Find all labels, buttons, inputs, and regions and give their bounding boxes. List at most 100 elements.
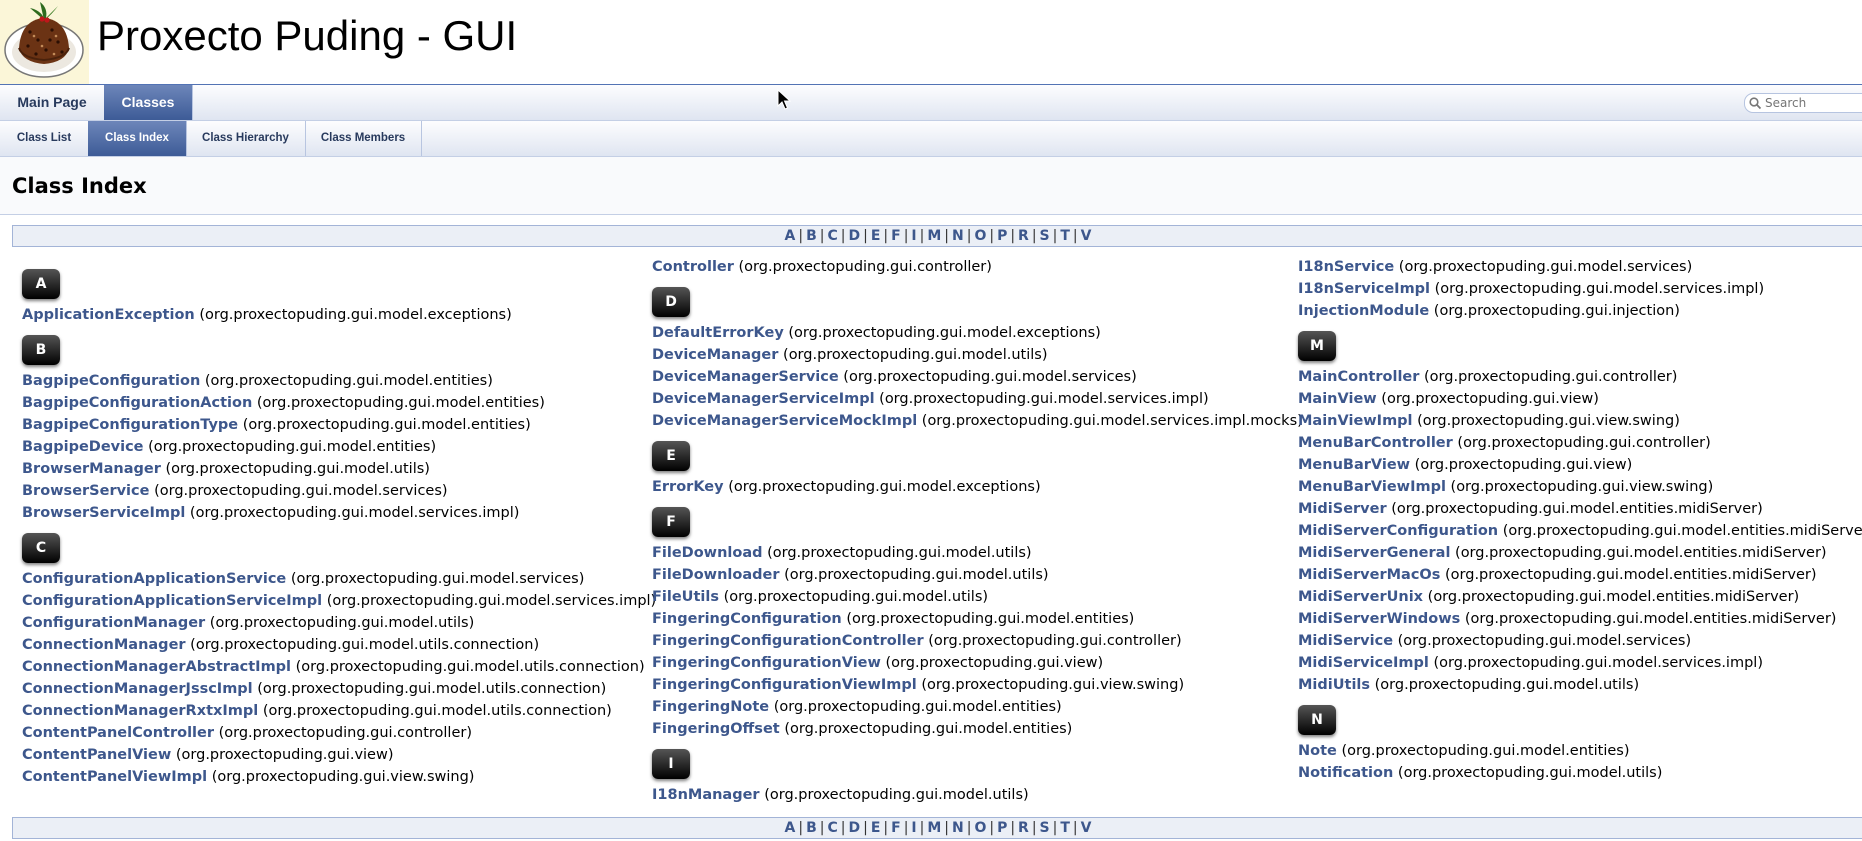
tab-class-members[interactable]: Class Members [305, 121, 422, 156]
index-letter-link-b[interactable]: B [806, 228, 817, 244]
index-letter-link-s[interactable]: S [1040, 228, 1050, 244]
index-letter-link-a[interactable]: A [785, 228, 796, 244]
class-link[interactable]: BrowserServiceImpl [22, 505, 185, 521]
index-letter-link-p[interactable]: P [997, 820, 1007, 836]
class-link[interactable]: MidiServerUnix [1298, 589, 1423, 605]
tab-class-index[interactable]: Class Index [88, 121, 187, 156]
index-letter-link-n[interactable]: N [952, 820, 964, 836]
class-link[interactable]: MainController [1298, 369, 1419, 385]
class-link[interactable]: I18nManager [652, 787, 760, 803]
class-link[interactable]: ErrorKey [652, 479, 724, 495]
class-link[interactable]: ConfigurationManager [22, 615, 205, 631]
index-letter-link-o[interactable]: O [974, 820, 986, 836]
class-link[interactable]: BrowserService [22, 483, 149, 499]
class-link[interactable]: InjectionModule [1298, 303, 1429, 319]
class-link[interactable]: FingeringConfiguration [652, 611, 842, 627]
class-link[interactable]: ContentPanelView [22, 747, 171, 763]
class-entry: ConnectionManager (org.proxectopuding.gu… [22, 637, 539, 653]
class-link[interactable]: ConfigurationApplicationServiceImpl [22, 593, 322, 609]
class-link[interactable]: ConfigurationApplicationService [22, 571, 286, 587]
class-link[interactable]: MenuBarController [1298, 435, 1453, 451]
tab-main-page[interactable]: Main Page [0, 85, 105, 120]
tab-class-hierarchy[interactable]: Class Hierarchy [186, 121, 306, 156]
class-package: (org.proxectopuding.gui.model.services.i… [1428, 655, 1763, 671]
class-link[interactable]: MidiUtils [1298, 677, 1370, 693]
class-link[interactable]: MidiServer [1298, 501, 1387, 517]
class-link[interactable]: ConnectionManager [22, 637, 186, 653]
class-link[interactable]: MidiServerMacOs [1298, 567, 1440, 583]
index-letter-link-m[interactable]: M [927, 228, 941, 244]
index-letter-link-i[interactable]: I [911, 228, 916, 244]
class-link[interactable]: MenuBarView [1298, 457, 1410, 473]
class-link[interactable]: ContentPanelViewImpl [22, 769, 207, 785]
class-link[interactable]: FingeringNote [652, 699, 769, 715]
index-letter-link-b[interactable]: B [806, 820, 817, 836]
class-link[interactable]: ConnectionManagerRxtxImpl [22, 703, 258, 719]
class-link[interactable]: Note [1298, 743, 1337, 759]
index-letter-link-c[interactable]: C [827, 820, 837, 836]
index-letter-link-r[interactable]: R [1018, 228, 1029, 244]
index-separator: | [1010, 228, 1016, 244]
index-letter-link-t[interactable]: T [1060, 228, 1070, 244]
index-letter-link-e[interactable]: E [871, 228, 881, 244]
class-link[interactable]: MidiServerGeneral [1298, 545, 1450, 561]
class-link[interactable]: I18nService [1298, 259, 1394, 275]
class-link[interactable]: MenuBarViewImpl [1298, 479, 1446, 495]
index-letter-link-d[interactable]: D [848, 820, 860, 836]
class-link[interactable]: FingeringConfigurationViewImpl [652, 677, 917, 693]
class-link[interactable]: DeviceManagerServiceMockImpl [652, 413, 917, 429]
tab-classes[interactable]: Classes [104, 85, 193, 120]
class-link[interactable]: DeviceManager [652, 347, 778, 363]
index-letter-link-e[interactable]: E [871, 820, 881, 836]
index-letter-link-o[interactable]: O [974, 228, 986, 244]
index-letter-link-p[interactable]: P [997, 228, 1007, 244]
index-letter-link-v[interactable]: V [1081, 228, 1092, 244]
index-letter-link-t[interactable]: T [1060, 820, 1070, 836]
search-box[interactable] [1744, 93, 1862, 113]
class-link[interactable]: FingeringConfigurationView [652, 655, 881, 671]
class-link[interactable]: BagpipeConfiguration [22, 373, 200, 389]
index-letter-link-d[interactable]: D [848, 228, 860, 244]
class-link[interactable]: MainViewImpl [1298, 413, 1413, 429]
class-package: (org.proxectopuding.gui.model.entities) [769, 699, 1062, 715]
class-link[interactable]: FileDownload [652, 545, 763, 561]
index-letter-link-f[interactable]: F [891, 228, 901, 244]
index-letter-link-f[interactable]: F [891, 820, 901, 836]
index-letter-link-i[interactable]: I [911, 820, 916, 836]
class-link[interactable]: MidiService [1298, 633, 1393, 649]
index-letter-link-v[interactable]: V [1081, 820, 1092, 836]
class-link[interactable]: Controller [652, 259, 734, 275]
index-letter-link-s[interactable]: S [1040, 820, 1050, 836]
class-link[interactable]: I18nServiceImpl [1298, 281, 1430, 297]
class-link[interactable]: BagpipeConfigurationAction [22, 395, 252, 411]
class-link[interactable]: ConnectionManagerAbstractImpl [22, 659, 291, 675]
class-link[interactable]: FileUtils [652, 589, 719, 605]
search-input[interactable] [1765, 95, 1862, 110]
class-link[interactable]: MainView [1298, 391, 1377, 407]
index-letter-link-a[interactable]: A [785, 820, 796, 836]
class-link[interactable]: BagpipeConfigurationType [22, 417, 238, 433]
class-link[interactable]: ContentPanelController [22, 725, 214, 741]
class-link[interactable]: FingeringOffset [652, 721, 780, 737]
class-link[interactable]: FingeringConfigurationController [652, 633, 924, 649]
tab-class-list[interactable]: Class List [0, 121, 89, 156]
class-link[interactable]: BrowserManager [22, 461, 161, 477]
index-letter-link-m[interactable]: M [927, 820, 941, 836]
class-link[interactable]: DeviceManagerServiceImpl [652, 391, 875, 407]
class-link[interactable]: MidiServerConfiguration [1298, 523, 1498, 539]
class-link[interactable]: MidiServiceImpl [1298, 655, 1429, 671]
class-link[interactable]: Notification [1298, 765, 1393, 781]
index-letter-link-n[interactable]: N [952, 228, 964, 244]
class-package: (org.proxectopuding.gui.model.utils.conn… [291, 659, 645, 675]
class-link[interactable]: FileDownloader [652, 567, 779, 583]
class-link[interactable]: MidiServerWindows [1298, 611, 1460, 627]
class-link[interactable]: BagpipeDevice [22, 439, 144, 455]
index-letter-link-r[interactable]: R [1018, 820, 1029, 836]
title-area: Proxecto Puding - GUI [0, 0, 1862, 85]
class-entry: ApplicationException (org.proxectopuding… [22, 307, 512, 323]
class-link[interactable]: DefaultErrorKey [652, 325, 784, 341]
class-link[interactable]: DeviceManagerService [652, 369, 839, 385]
class-link[interactable]: ConnectionManagerJsscImpl [22, 681, 253, 697]
class-link[interactable]: ApplicationException [22, 307, 195, 323]
index-letter-link-c[interactable]: C [827, 228, 837, 244]
